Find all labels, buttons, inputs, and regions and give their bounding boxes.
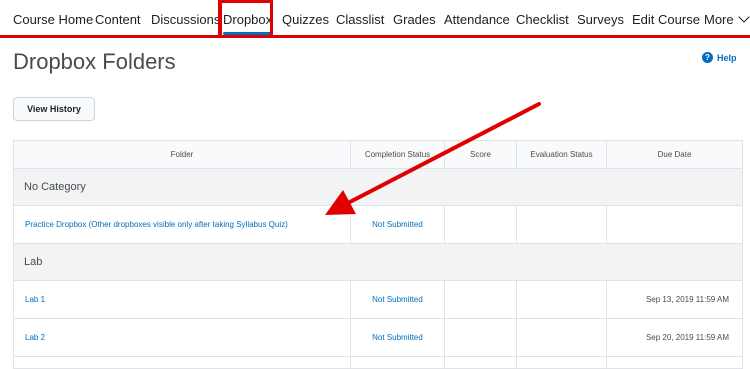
help-label: Help bbox=[717, 52, 737, 63]
nav-discussions[interactable]: Discussions bbox=[151, 0, 220, 38]
category-label: No Category bbox=[13, 168, 743, 206]
nav-quizzes[interactable]: Quizzes bbox=[282, 0, 329, 38]
help-link[interactable]: ? Help bbox=[702, 52, 737, 63]
completion-status[interactable]: Not Submitted bbox=[372, 295, 423, 304]
evaluation-cell bbox=[516, 280, 607, 319]
view-history-button[interactable]: View History bbox=[13, 97, 95, 121]
folder-link[interactable]: Lab 2 bbox=[25, 333, 45, 342]
dropbox-table: Folder Completion Status Score Evaluatio… bbox=[13, 140, 743, 369]
completion-status[interactable]: Not Submitted bbox=[372, 333, 423, 342]
nav-grades[interactable]: Grades bbox=[393, 0, 436, 38]
header-due-date[interactable]: Due Date bbox=[606, 140, 743, 169]
help-icon: ? bbox=[702, 52, 713, 63]
table-header-row: Folder Completion Status Score Evaluatio… bbox=[13, 140, 743, 169]
header-evaluation-status[interactable]: Evaluation Status bbox=[516, 140, 607, 169]
evaluation-cell bbox=[516, 318, 607, 357]
header-folder[interactable]: Folder bbox=[13, 140, 351, 169]
nav-content[interactable]: Content bbox=[95, 0, 141, 38]
evaluation-cell bbox=[516, 205, 607, 244]
header-score[interactable]: Score bbox=[444, 140, 517, 169]
score-cell bbox=[444, 280, 517, 319]
nav-more[interactable]: More bbox=[704, 0, 750, 38]
table-row: Practice Dropbox (Other dropboxes visibl… bbox=[13, 205, 743, 244]
completion-status[interactable]: Not Submitted bbox=[372, 220, 423, 229]
due-date-cell bbox=[606, 205, 743, 244]
due-date-cell: Sep 20, 2019 11:59 AM bbox=[606, 318, 743, 357]
nav-classlist[interactable]: Classlist bbox=[336, 0, 384, 38]
nav-more-label: More bbox=[704, 12, 734, 27]
chevron-down-icon bbox=[737, 11, 750, 23]
folder-link[interactable]: Practice Dropbox (Other dropboxes visibl… bbox=[25, 220, 288, 229]
score-cell bbox=[444, 318, 517, 357]
score-cell bbox=[444, 205, 517, 244]
nav-dropbox[interactable]: Dropbox bbox=[223, 0, 273, 38]
nav-attendance[interactable]: Attendance bbox=[444, 0, 510, 38]
nav-surveys[interactable]: Surveys bbox=[577, 0, 624, 38]
folder-link[interactable]: Lab 1 bbox=[25, 295, 45, 304]
category-row: No Category bbox=[13, 168, 743, 206]
due-date-cell: Sep 13, 2019 11:59 AM bbox=[606, 280, 743, 319]
header-completion-status[interactable]: Completion Status bbox=[350, 140, 445, 169]
table-row-partial bbox=[13, 356, 743, 369]
category-row: Lab bbox=[13, 243, 743, 281]
nav-course-home[interactable]: Course Home bbox=[13, 0, 93, 38]
table-row: Lab 1 Not Submitted Sep 13, 2019 11:59 A… bbox=[13, 280, 743, 319]
table-row: Lab 2 Not Submitted Sep 20, 2019 11:59 A… bbox=[13, 318, 743, 357]
category-label: Lab bbox=[13, 243, 743, 281]
page-title: Dropbox Folders bbox=[13, 49, 176, 74]
nav-checklist[interactable]: Checklist bbox=[516, 0, 569, 38]
nav-edit-course[interactable]: Edit Course bbox=[632, 0, 700, 38]
course-navbar: Course Home Content Discussions Dropbox … bbox=[0, 0, 750, 38]
